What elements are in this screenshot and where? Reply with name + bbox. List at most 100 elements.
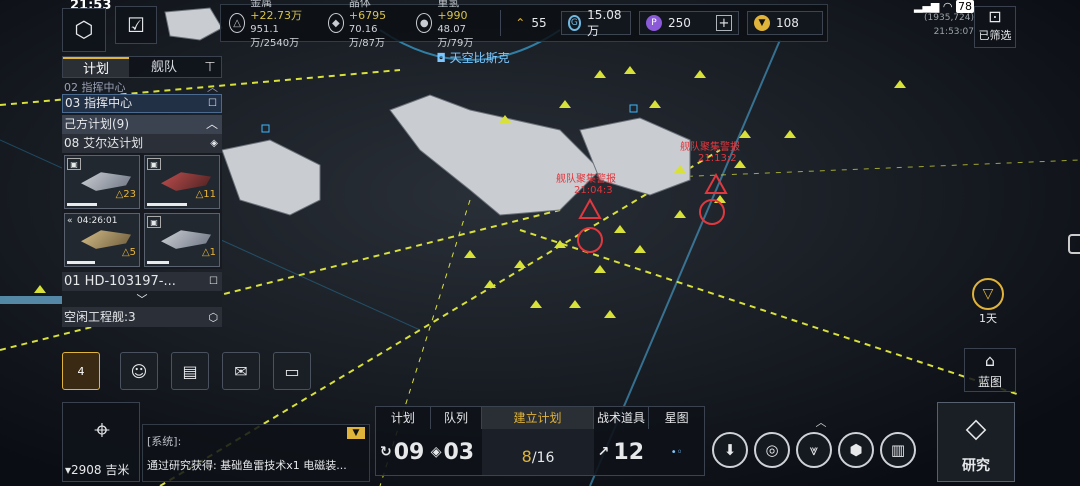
station-button[interactable]: ▥ [880, 432, 916, 468]
fleet-warning[interactable]: 舰队聚集警报 21:13:2 [680, 138, 750, 164]
research-button[interactable]: ⬦ 研究 [937, 402, 1015, 482]
location-label[interactable]: ◘ 天空比斯克 [428, 49, 518, 66]
vortex-button[interactable]: ◎ [754, 432, 790, 468]
resource-deuterium[interactable]: ● 重氢 +990 48.07万/79万 [408, 0, 496, 49]
chevron-up-icon[interactable]: ︿ [206, 115, 218, 134]
premium-currency-chip[interactable]: P 250 + [639, 11, 739, 35]
chat-icon: ▭ [284, 361, 300, 381]
checklist-icon: ☑ [127, 13, 145, 37]
friends-button[interactable]: ☺ [120, 352, 158, 390]
mission-button[interactable]: ☑ [115, 6, 157, 44]
download-icon: ⬇ [723, 441, 737, 459]
ship-card[interactable]: «04:26:01 △5 [64, 213, 140, 267]
research-icon: ⬦ [965, 411, 987, 446]
status-area: ▂▄▆ ◠ 78 (1935,724) 21:53:07 [880, 0, 974, 44]
fleet-warning[interactable]: 舰队聚集警报 21:04:3 [556, 170, 626, 196]
tab-starmap[interactable]: 星图 [649, 407, 704, 429]
queue-count[interactable]: ◈ 03 [431, 440, 483, 465]
ship-type-icon: ▣ [67, 158, 81, 170]
tab-queue[interactable]: 队列 [431, 407, 483, 429]
ship-type-icon: ▣ [147, 158, 161, 170]
ship-card[interactable]: ▣ △23 [64, 155, 140, 209]
plan-header[interactable]: 08 艾尔达计划 ◈ [62, 134, 222, 153]
deuterium-icon: ● [416, 13, 433, 33]
starmap-icon[interactable]: •◦ [649, 447, 704, 458]
premium-currency-icon: P [646, 15, 662, 31]
navigation-icon: ⌖ [94, 413, 110, 446]
checkbox-icon[interactable]: ☐ [209, 272, 218, 291]
edge-handle[interactable] [1068, 234, 1080, 254]
plan-list: 02 指挥中心 ︿ 03 指挥中心 ☐ 己方计划(9) ︿ 08 艾尔达计划 ◈ ▣ △2… [62, 80, 222, 327]
vortex-icon: ◎ [765, 441, 779, 459]
tab-tactical-items[interactable]: 战术道具 [594, 407, 650, 429]
tab-build-plan[interactable]: 建立计划 [482, 407, 594, 429]
gold-chip[interactable]: ▼ 108 [747, 11, 823, 35]
mail-button[interactable]: ✉ [222, 352, 260, 390]
tab-fleet[interactable]: 舰队 [129, 57, 199, 77]
friends-icon: ☺ [130, 361, 148, 381]
idle-engineer-item[interactable]: 空闲工程舰:3 ⬡ [62, 307, 222, 327]
clipboard-icon: ▤ [182, 361, 198, 381]
resource-bar: △ 金属 +22.73万 951.1万/2540万 ◆ 晶体 +6795 70.16… [220, 0, 828, 49]
filter-list-icon[interactable]: ⊤ [199, 57, 221, 77]
collapse-icon[interactable]: ▼ [347, 427, 365, 439]
plans-count[interactable]: ↻ 09 [376, 440, 431, 465]
blueprint-button[interactable]: ⌂ 蓝图 [964, 348, 1016, 392]
tab-plan[interactable]: 计划 [376, 407, 431, 429]
expand-button[interactable]: ﹀ [62, 291, 222, 307]
resource-metal[interactable]: △ 金属 +22.73万 951.1万/2540万 [221, 0, 320, 49]
alliance-button[interactable]: ⬡ [62, 8, 106, 52]
action-bar: ⬇ ◎ ⩔ ⬢ ▥ [712, 432, 916, 468]
engineer-icon: ⬡ [208, 310, 218, 324]
list-item[interactable]: 02 指挥中心 ︿ [62, 80, 222, 94]
resource-crystal[interactable]: ◆ 晶体 +6795 70.16万/87万 [320, 0, 408, 49]
ship-card[interactable]: ▣ △11 [144, 155, 220, 209]
ship-type-icon: ▣ [147, 216, 161, 228]
alliance-action-button[interactable]: ⩔ [796, 432, 832, 468]
mail-icon: ✉ [234, 361, 248, 381]
tab-plan[interactable]: 计划 [63, 57, 129, 77]
command-tabs: 计划 队列 建立计划 战术道具 星图 [376, 407, 704, 429]
chevron-rank-icon: ⌃ [515, 16, 526, 30]
collapse-arrow[interactable]: ︿ [806, 414, 836, 429]
chat-box[interactable]: [系统]: 通过研究获得: 基础鱼雷技术x1 电磁装... ▼ [142, 424, 370, 482]
station-icon: ▥ [890, 441, 906, 459]
alliance-icon: ⬡ [74, 17, 94, 43]
days-indicator[interactable]: ▽ 1天 [970, 278, 1006, 326]
level-badge[interactable]: 4 [62, 352, 100, 390]
gold-coin-icon: ▼ [754, 15, 770, 31]
progress-bar [67, 261, 95, 264]
energy-icon: G [567, 15, 582, 31]
download-button[interactable]: ⬇ [712, 432, 748, 468]
diamond-icon: ◈ [210, 138, 218, 149]
chat-button[interactable]: ▭ [273, 352, 311, 390]
target-item[interactable]: 01 HD-103197-... ☐ [62, 272, 222, 291]
metal-icon: △ [229, 13, 246, 33]
list-item-selected[interactable]: 03 指挥中心 ☐ [62, 94, 222, 113]
ship-card[interactable]: ▣ △1 [144, 213, 220, 267]
battery-icon: 78 [956, 0, 974, 13]
filter-button[interactable]: ⊡ 已筛选 [974, 6, 1016, 48]
crystal-icon: ◆ [327, 13, 344, 33]
trend-icon: ↗ [597, 444, 610, 460]
tasks-button[interactable]: ▤ [171, 352, 209, 390]
team-icon: ⩔ [809, 441, 819, 459]
checkbox-icon[interactable]: ☐ [208, 94, 217, 113]
ship-card-grid: ▣ △23 ▣ △11 «04:26:01 △5 ▣ △1 [62, 153, 222, 269]
progress-bar [147, 203, 187, 206]
distance-readout: ▾2908 吉米 [65, 463, 130, 477]
group-header[interactable]: 己方计划(9) ︿ [62, 115, 222, 134]
diamond-icon: ◈ [430, 444, 442, 460]
items-count[interactable]: ↗ 12 [594, 440, 650, 465]
blueprint-icon: ⌂ [984, 351, 996, 370]
module-button[interactable]: ⬢ [838, 432, 874, 468]
hexagon-icon: ⬢ [849, 441, 863, 459]
plus-icon[interactable]: + [716, 15, 732, 31]
nav-panel[interactable]: ⌖ ▾2908 吉米 [62, 402, 140, 482]
progress-bar [147, 261, 169, 264]
build-progress[interactable]: 8/16 [482, 429, 594, 475]
energy-chip[interactable]: G 15.08万 [560, 8, 631, 38]
location-marker-icon: ◘ [436, 51, 450, 65]
recycle-icon: ↻ [380, 444, 392, 460]
ship-count-chip[interactable]: ⌃ 55 [509, 11, 552, 35]
